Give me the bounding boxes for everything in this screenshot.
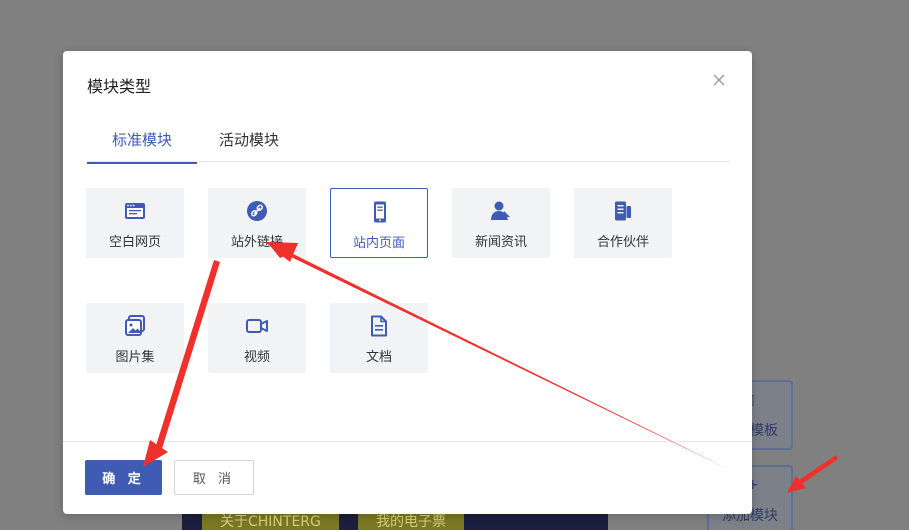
- tile-label: 站外链接: [230, 235, 283, 250]
- dialog-title: 模块类型: [87, 77, 152, 96]
- confirm-button[interactable]: 确 定: [85, 460, 162, 495]
- tile-document[interactable]: 文档: [330, 303, 428, 373]
- tile-label: 站内页面: [352, 236, 405, 251]
- news-icon: [489, 199, 513, 223]
- close-icon[interactable]: [710, 71, 728, 89]
- tile-gallery[interactable]: 图片集: [86, 303, 184, 373]
- module-type-dialog: 模块类型 标准模块 活动模块 空白网页 站外链接 站内页面 新闻资讯 合作伙伴 …: [63, 51, 752, 514]
- blank-page-icon: [123, 199, 147, 223]
- dialog-footer: 确 定 取 消: [63, 441, 752, 515]
- tile-partners[interactable]: 合作伙伴: [574, 188, 672, 258]
- tab-standard-modules[interactable]: 标准模块: [87, 129, 197, 164]
- tile-external-link[interactable]: 站外链接: [208, 188, 306, 258]
- tile-label: 合作伙伴: [596, 235, 649, 250]
- cancel-button[interactable]: 取 消: [174, 460, 254, 495]
- tile-label: 空白网页: [108, 235, 161, 250]
- video-icon: [245, 314, 269, 338]
- tile-label: 文档: [365, 350, 392, 365]
- tile-video[interactable]: 视频: [208, 303, 306, 373]
- tile-blank-page[interactable]: 空白网页: [86, 188, 184, 258]
- tile-internal-page[interactable]: 站内页面: [330, 188, 428, 258]
- module-tabs: 标准模块 活动模块: [87, 119, 730, 164]
- link-icon: [245, 199, 269, 223]
- footer-link-tickets[interactable]: 我的电子票: [357, 513, 464, 530]
- tile-label: 新闻资讯: [474, 235, 527, 250]
- tile-label: 图片集: [115, 350, 155, 365]
- tab-activity-modules[interactable]: 活动模块: [219, 129, 279, 162]
- tile-news[interactable]: 新闻资讯: [452, 188, 550, 258]
- gallery-icon: [123, 314, 147, 338]
- footer-link-about[interactable]: 关于CHINTERG: [202, 513, 339, 530]
- partner-icon: [611, 199, 635, 223]
- document-icon: [367, 314, 391, 338]
- tile-label: 视频: [243, 350, 270, 365]
- mobile-page-icon: [368, 200, 392, 224]
